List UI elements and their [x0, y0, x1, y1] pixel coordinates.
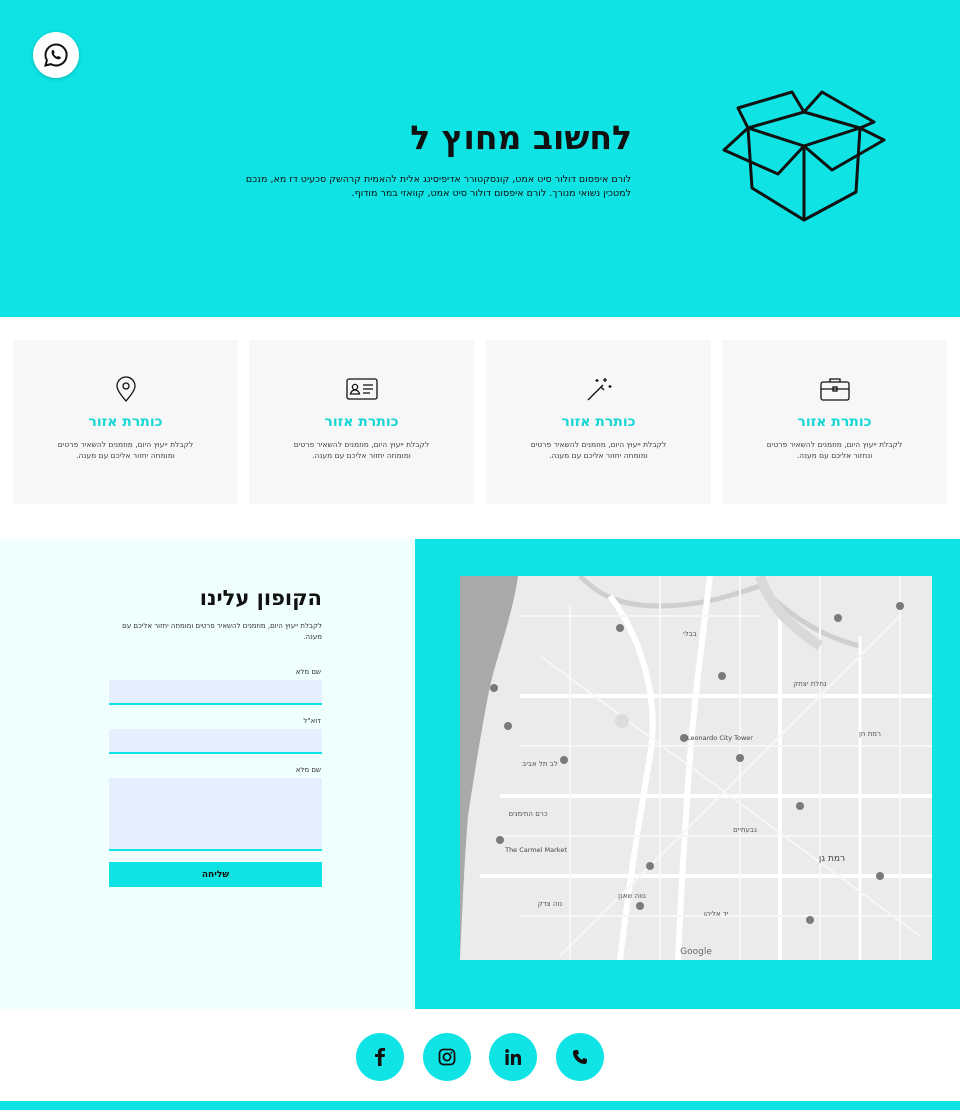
map-canvas: רמת גן נחלת יצחק נוה צדק The Carmel Mark… [460, 576, 932, 960]
feature-text: לקבלת ייעוץ היום, מוזמנים להשאיר פרטים ו… [766, 440, 903, 460]
instagram-icon [438, 1048, 456, 1066]
feature-card: כותרת אזור לקבלת ייעוץ היום, מוזמנים להש… [13, 340, 238, 504]
feature-title: כותרת אזור [797, 414, 872, 430]
linkedin-button[interactable] [489, 1033, 537, 1081]
svg-text:נחלת יצחק: נחלת יצחק [793, 680, 827, 688]
svg-text:גבעתיים: גבעתיים [733, 826, 757, 834]
bottom-accent-bar [0, 1101, 960, 1110]
hero-section: לחשוב מחוץ ל לורם איפסום דולור סיט אמט, … [0, 0, 960, 317]
whatsapp-icon [44, 43, 68, 67]
features-section: כותרת אזור לקבלת ייעוץ היום, מוזמנים להש… [0, 340, 960, 504]
phone-icon [573, 1050, 587, 1064]
feature-card: כותרת אזור לקבלת ייעוץ היום, מוזמנים להש… [486, 340, 711, 504]
name-field[interactable] [109, 680, 322, 705]
id-card-icon [346, 378, 378, 400]
submit-button[interactable]: שליחה [109, 862, 322, 887]
svg-text:כרם התימנים: כרם התימנים [508, 810, 547, 818]
whatsapp-button[interactable] [33, 32, 79, 78]
feature-card: כותרת אזור לקבלת ייעוץ היום, מוזמנים להש… [249, 340, 474, 504]
map-attribution: Google [680, 947, 712, 957]
linkedin-icon [505, 1049, 521, 1065]
open-box-icon [722, 90, 886, 222]
map-section: רמת גן נחלת יצחק נוה צדק The Carmel Mark… [415, 539, 960, 1009]
svg-text:נוה צדק: נוה צדק [538, 900, 563, 908]
feature-title: כותרת אזור [324, 414, 399, 430]
feature-text: לקבלת ייעוץ היום, מוזמנים להשאיר פרטים ו… [57, 440, 194, 460]
svg-text:בבלי: בבלי [683, 630, 697, 638]
phone-button[interactable] [556, 1033, 604, 1081]
feature-text: לקבלת ייעוץ היום, מוזמנים להשאיר פרטים ו… [293, 440, 430, 460]
map-label-ramat-gan: רמת גן [819, 854, 845, 864]
svg-text:רמת חן: רמת חן [859, 730, 881, 738]
svg-text:Leonardo City Tower: Leonardo City Tower [687, 734, 753, 742]
hero-title: לחשוב מחוץ ל [410, 118, 632, 157]
briefcase-icon [820, 378, 850, 401]
feature-card: כותרת אזור לקבלת ייעוץ היום, מוזמנים להש… [722, 340, 947, 504]
email-field[interactable] [109, 729, 322, 754]
svg-text:יד אליהו: יד אליהו [704, 910, 729, 918]
message-label: שם מלא [295, 766, 321, 774]
svg-text:לב תל אביב: לב תל אביב [522, 760, 557, 768]
contact-form-section: הקופון עלינו לקבלת ייעוץ היום, מוזמנים ל… [0, 539, 415, 1009]
google-map[interactable]: רמת גן נחלת יצחק נוה צדק The Carmel Mark… [460, 576, 932, 960]
name-label: שם מלא [295, 668, 321, 676]
message-field[interactable] [109, 778, 322, 851]
social-footer [0, 1009, 960, 1101]
instagram-button[interactable] [423, 1033, 471, 1081]
contact-title: הקופון עלינו [199, 586, 322, 610]
location-pin-icon [116, 376, 136, 402]
feature-text: לקבלת ייעוץ היום, מוזמנים להשאיר פרטים ו… [530, 440, 667, 460]
facebook-icon [375, 1048, 385, 1066]
facebook-button[interactable] [356, 1033, 404, 1081]
svg-text:The Carmel Market: The Carmel Market [504, 846, 567, 854]
feature-title: כותרת אזור [561, 414, 636, 430]
hero-description: לורם איפסום דולור סיט אמט, קונסקטורר אדי… [245, 174, 631, 199]
feature-title: כותרת אזור [88, 414, 163, 430]
contact-subtitle: לקבלת ייעוץ היום, מוזמנים להשאיר פרטים ו… [122, 622, 322, 641]
email-label: דוא"ל [303, 717, 321, 725]
magic-wand-icon [587, 378, 612, 401]
svg-text:נווה שאנן: נווה שאנן [618, 892, 646, 900]
